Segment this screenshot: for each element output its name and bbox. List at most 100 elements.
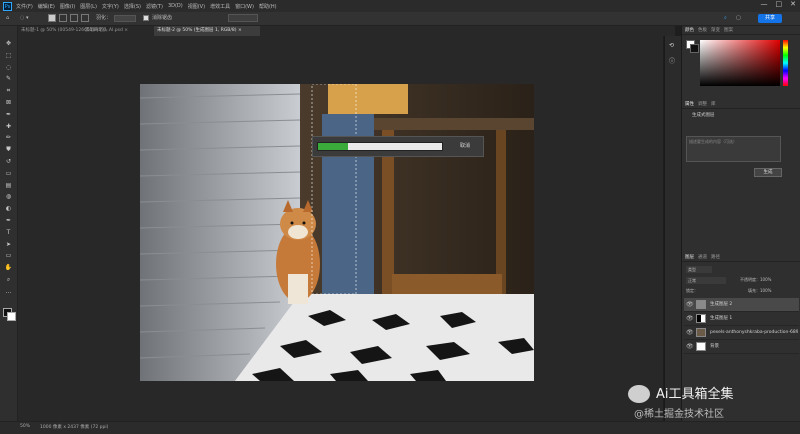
add-selection-icon[interactable] — [59, 14, 67, 22]
blend-mode-select[interactable]: 正常 — [686, 277, 726, 284]
properties-panel-tabs: 属性 调整库 — [682, 100, 800, 109]
dodge-icon[interactable]: ◐ — [4, 205, 13, 213]
menu-item[interactable]: 增效工具 — [210, 3, 230, 10]
prompt-input[interactable]: 描述要生成的内容（可选） — [686, 136, 781, 162]
home-icon[interactable]: ⌂ — [6, 14, 9, 22]
hue-slider[interactable] — [783, 40, 788, 86]
panel-tab[interactable]: 路径 — [711, 253, 720, 261]
layer-thumbnail — [696, 328, 706, 337]
color-panel-tabs: 颜色 色板 渐变 图案 — [682, 26, 800, 35]
menu-item[interactable]: 视图(V) — [188, 3, 205, 10]
menu-item[interactable]: 文件(F) — [16, 3, 33, 10]
layer-thumbnail — [696, 342, 706, 351]
workspace-icon[interactable]: ▢ — [736, 14, 741, 22]
layer-name: 生成图层 2 — [710, 302, 733, 307]
tab-document-1[interactable]: 未标题-1 @ 50% (00549-1266519953)... — [18, 26, 110, 36]
visibility-eye-icon[interactable]: 👁 — [686, 343, 694, 350]
search-icon[interactable]: ⌕ — [724, 14, 727, 22]
background-swatch[interactable] — [690, 44, 699, 53]
blur-icon[interactable]: ◍ — [4, 193, 13, 201]
intersect-selection-icon[interactable] — [81, 14, 89, 22]
quick-select-icon[interactable]: ✎ — [4, 75, 13, 83]
info-icon[interactable]: ⓘ — [669, 56, 675, 65]
panel-tab[interactable]: 库 — [711, 100, 716, 108]
close-icon[interactable]: ✕ — [790, 0, 796, 8]
zoom-icon[interactable]: ⌕ — [4, 276, 13, 284]
lasso-icon[interactable]: ◌ — [4, 64, 13, 72]
toolbar-background-color[interactable] — [7, 312, 16, 321]
panel-tab[interactable]: 颜色 — [685, 26, 694, 34]
menu-item[interactable]: 滤镜(T) — [146, 3, 163, 10]
generate-button[interactable]: 生成 — [754, 168, 782, 177]
visibility-eye-icon[interactable]: 👁 — [686, 329, 694, 336]
document-tabs: 未标题-1 @ 50% (00549-1266519953)... 黑暗的老头 … — [18, 26, 675, 36]
panel-tab[interactable]: 渐变 — [711, 26, 720, 34]
layer-row[interactable]: 👁 pexels-anthonyshkraba-production-689806… — [684, 326, 799, 340]
panel-tab[interactable]: 图案 — [724, 26, 733, 34]
history-brush-icon[interactable]: ↺ — [4, 158, 13, 166]
layer-row[interactable]: 👁 生成图层 2 — [684, 298, 799, 312]
type-icon[interactable]: T — [4, 229, 13, 237]
menu-item[interactable]: 窗口(W) — [235, 3, 254, 10]
layer-row[interactable]: 👁 生成图层 1 — [684, 312, 799, 326]
maximize-icon[interactable]: □ — [776, 0, 783, 8]
layer-name: 背景 — [710, 344, 719, 349]
panel-tab[interactable]: 图层 — [685, 253, 694, 261]
minimize-icon[interactable]: — — [761, 0, 768, 8]
share-button[interactable]: 共享 — [758, 14, 782, 23]
wechat-logo-icon — [628, 385, 650, 403]
path-select-icon[interactable]: ➤ — [4, 241, 13, 249]
eyedropper-icon[interactable]: ✒ — [4, 111, 13, 119]
artboard-icon[interactable]: ⬚ — [4, 52, 13, 60]
color-picker-field[interactable] — [700, 40, 780, 86]
panel-tab[interactable]: 通道 — [698, 253, 707, 261]
visibility-eye-icon[interactable]: 👁 — [686, 315, 694, 322]
subtract-selection-icon[interactable] — [70, 14, 78, 22]
fill-field[interactable]: 填充：100% — [748, 288, 771, 294]
menu-item[interactable]: 图像(I) — [60, 3, 75, 10]
menu-item[interactable]: 帮助(H) — [259, 3, 277, 10]
gradient-icon[interactable]: ▤ — [4, 182, 13, 190]
brush-icon[interactable]: ✏ — [4, 134, 13, 142]
lock-label: 锁定： — [686, 288, 698, 293]
pen-icon[interactable]: ✒ — [4, 217, 13, 225]
eraser-icon[interactable]: ▭ — [4, 170, 13, 178]
move-icon[interactable]: ✥ — [4, 40, 13, 48]
layer-thumbnail — [696, 314, 706, 323]
feather-input[interactable] — [114, 15, 136, 22]
panel-tab[interactable]: 属性 — [685, 100, 694, 108]
tab-document-3[interactable]: 未标题-2 @ 50% (生成图层 1, RGB/8) × — [154, 26, 260, 36]
layer-row[interactable]: 👁 背景 — [684, 340, 799, 354]
antialias-checkbox[interactable] — [143, 15, 149, 21]
healing-icon[interactable]: ✚ — [4, 123, 13, 131]
frame-icon[interactable]: ⊠ — [4, 99, 13, 107]
zoom-level[interactable]: 50% — [20, 424, 30, 429]
progress-dialog: 取消 — [312, 136, 484, 157]
opacity-field[interactable]: 不透明度：100% — [740, 277, 771, 283]
edit-toolbar-icon[interactable]: … — [4, 288, 13, 296]
menu-item[interactable]: 编辑(E) — [38, 3, 55, 10]
new-selection-icon[interactable] — [48, 14, 56, 22]
panel-tab[interactable]: 调整 — [698, 100, 707, 108]
visibility-eye-icon[interactable]: 👁 — [686, 301, 694, 308]
hand-icon[interactable]: ✋ — [4, 264, 13, 272]
layer-name: 生成图层 1 — [710, 316, 733, 321]
menu-item[interactable]: 图层(L) — [80, 3, 97, 10]
menu-items: 文件(F) 编辑(E) 图像(I) 图层(L) 文字(Y) 选择(S) 滤镜(T) 3D(D)… — [16, 3, 277, 10]
menu-item[interactable]: 文字(Y) — [102, 3, 119, 10]
rectangle-icon[interactable]: ▭ — [4, 252, 13, 260]
stamp-icon[interactable]: ⛊ — [4, 146, 13, 154]
panel-tab[interactable]: 色板 — [698, 26, 707, 34]
crop-icon[interactable]: ⌗ — [4, 87, 13, 95]
cancel-button[interactable]: 取消 — [449, 141, 481, 152]
tab-document-2[interactable]: 黑暗的老头 AI.psd × — [82, 26, 153, 36]
history-icon[interactable]: ⟲ — [669, 42, 674, 49]
menu-item[interactable]: 3D(D) — [168, 3, 183, 10]
menu-item[interactable]: 选择(S) — [124, 3, 141, 10]
select-mask-button[interactable] — [228, 14, 258, 22]
lasso-preset-icon[interactable]: ◌ ▾ — [20, 14, 28, 22]
layer-kind-filter[interactable]: 类型 — [686, 266, 712, 273]
watermark-title: Ai工具箱全集 — [656, 387, 734, 402]
document-canvas[interactable] — [140, 84, 534, 381]
watermark-subtitle: @稀土掘金技术社区 — [634, 409, 724, 420]
